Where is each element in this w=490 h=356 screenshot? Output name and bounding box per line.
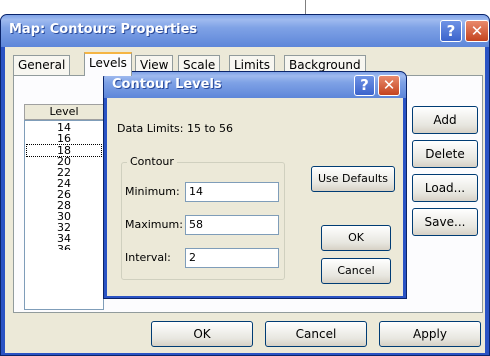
ok-button[interactable]: OK [151, 321, 253, 347]
main-title: Map: Contours Properties [9, 22, 198, 37]
cancel-button[interactable]: Cancel [265, 321, 367, 347]
list-item[interactable]: 34 [25, 233, 103, 244]
use-defaults-button[interactable]: Use Defaults [311, 166, 395, 192]
tab-general[interactable]: General [13, 55, 71, 75]
save-button[interactable]: Save... [412, 208, 478, 236]
level-list[interactable]: 14 16 18 20 22 24 26 28 30 32 34 36 [24, 120, 104, 310]
contour-levels-dialog: Contour Levels ? ✕ Data Limits: 15 to 56… [103, 71, 407, 299]
maximum-field[interactable]: 58 [185, 215, 279, 235]
interval-label: Interval: [125, 251, 171, 264]
help-icon[interactable]: ? [354, 75, 375, 96]
interval-field[interactable]: 2 [185, 248, 279, 268]
list-item[interactable]: 36 [25, 244, 103, 250]
main-titlebar[interactable]: Map: Contours Properties ? ✕ [1, 15, 489, 47]
contour-group-label: Contour [127, 155, 177, 168]
tab-levels[interactable]: Levels [84, 52, 132, 76]
cancel-button[interactable]: Cancel [321, 258, 391, 284]
minimum-field[interactable]: 14 [185, 182, 279, 202]
contour-levels-body: Data Limits: 15 to 56 Contour Minimum: 1… [107, 98, 403, 296]
maximum-label: Maximum: [125, 218, 183, 231]
contour-levels-titlebar[interactable]: Contour Levels ? ✕ [104, 72, 406, 98]
apply-button[interactable]: Apply [379, 321, 481, 347]
load-button[interactable]: Load... [412, 174, 478, 202]
close-icon[interactable]: ✕ [378, 75, 400, 96]
delete-button[interactable]: Delete [412, 140, 478, 168]
close-icon[interactable]: ✕ [465, 20, 489, 42]
data-limits-text: Data Limits: 15 to 56 [117, 122, 233, 135]
list-item[interactable]: 16 [25, 133, 103, 144]
help-icon[interactable]: ? [440, 20, 462, 42]
add-button[interactable]: Add [412, 106, 478, 134]
contour-levels-title: Contour Levels [112, 77, 222, 92]
minimum-label: Minimum: [125, 185, 180, 198]
level-column-header[interactable]: Level [24, 104, 104, 120]
ok-button[interactable]: OK [321, 225, 391, 251]
